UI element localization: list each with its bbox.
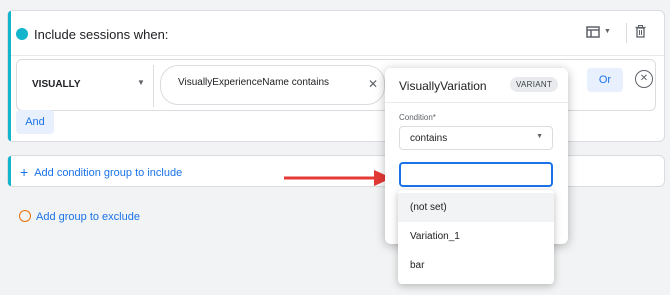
remove-circle-icon[interactable]: ✕ [635,70,653,88]
close-icon[interactable]: ✕ [368,77,378,91]
red-arrow [284,170,392,186]
group-title: Include sessions when: [34,27,169,42]
card-layout-icon[interactable] [586,25,600,41]
dimension-select[interactable]: VISUALLY ▼ [16,73,146,103]
value-input[interactable] [399,162,553,187]
add-group-exclude-label: Add group to exclude [36,211,140,223]
condition-chip-label: VisuallyExperienceName contains [178,77,330,88]
suggestion-item[interactable]: bar [398,251,554,280]
condition-separator [153,65,154,107]
and-button[interactable]: And [16,110,54,134]
plus-icon: + [20,164,29,180]
card-divider [11,55,664,56]
add-group-exclude-link[interactable]: Add group to exclude [19,210,140,223]
condition-label: Condition* [399,113,436,122]
chevron-down-icon[interactable]: ▼ [604,28,611,35]
trash-icon[interactable] [635,25,646,41]
caret-down-icon: ▼ [137,78,145,87]
value-suggestions: (not set) Variation_1 bar [398,190,554,284]
suggestion-item[interactable]: Variation_1 [398,222,554,251]
add-accent-bar [8,156,11,186]
dimension-label: VISUALLY [32,79,81,90]
add-condition-group-label: Add condition group to include [34,167,183,179]
exclude-circle-icon [19,210,31,222]
popover-title: VisuallyVariation [399,79,487,93]
variant-badge: VARIANT [510,77,559,92]
add-condition-group-link[interactable]: + Add condition group to include [20,164,182,180]
or-button[interactable]: Or [587,68,623,92]
include-dot-icon [16,28,28,40]
caret-down-icon: ▼ [536,133,543,140]
condition-select-value: contains [410,133,448,144]
toolbar-separator [626,23,627,43]
group-accent-bar [8,11,11,141]
suggestion-item[interactable]: (not set) [398,193,554,222]
popover-divider [385,102,568,103]
condition-select[interactable]: contains ▼ [399,126,553,150]
condition-chip[interactable]: VisuallyExperienceName contains ✕ [160,65,385,105]
